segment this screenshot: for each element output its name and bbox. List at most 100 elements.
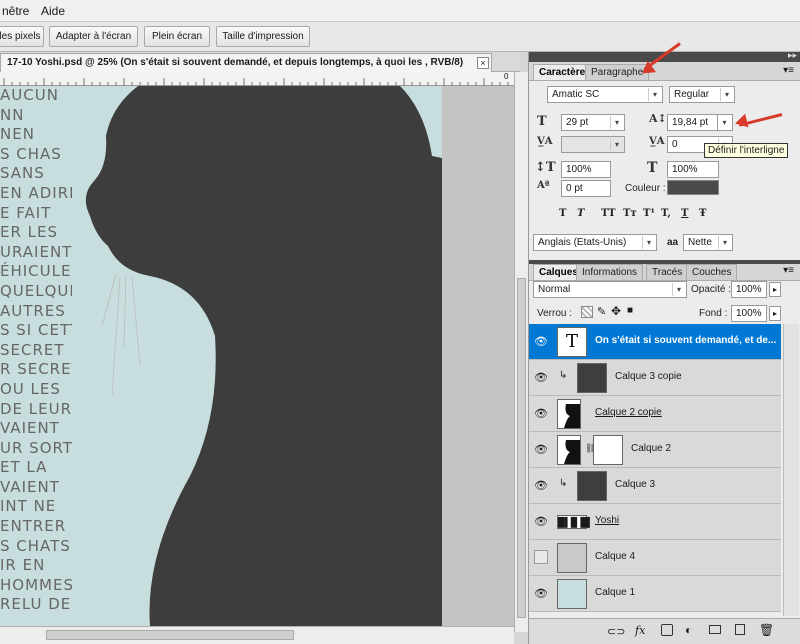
- baseline-shift-icon: Aª: [537, 180, 550, 191]
- tab-info[interactable]: Informations: [576, 264, 644, 280]
- trash-icon[interactable]: 🗑: [759, 623, 774, 637]
- faux-italic-button[interactable]: T: [577, 208, 584, 219]
- kerning-input[interactable]: ▾: [561, 136, 625, 153]
- layer-row[interactable]: 👁 ↳ Calque 3 copie: [529, 360, 781, 396]
- document-tab-bar: 17-10 Yoshi.psd @ 25% (On s'était si sou…: [0, 52, 520, 72]
- layer-row[interactable]: Calque 4: [529, 540, 781, 576]
- tab-channels[interactable]: Couches: [686, 264, 738, 280]
- menu-window[interactable]: nêtre: [2, 4, 29, 18]
- layer-thumbnail: [577, 471, 607, 501]
- strikethrough-button[interactable]: Ŧ: [699, 208, 706, 219]
- language-select[interactable]: Anglais (Etats-Unis) ▾: [533, 234, 657, 251]
- color-label: Couleur :: [625, 183, 666, 194]
- horizontal-scroll-thumb[interactable]: [46, 630, 294, 640]
- horizontal-scale-input[interactable]: 100%: [667, 161, 719, 178]
- eye-icon[interactable]: 👁: [533, 514, 549, 530]
- clipping-mask-icon: ↳: [559, 478, 568, 489]
- lock-move-icon[interactable]: ✥: [611, 304, 621, 318]
- collapse-icon[interactable]: ▸▸: [788, 50, 797, 61]
- folder-icon[interactable]: [709, 625, 721, 634]
- superscript-button[interactable]: T¹: [643, 208, 655, 219]
- visibility-toggle[interactable]: [534, 550, 548, 564]
- eye-icon[interactable]: 👁: [533, 370, 549, 386]
- layers-scrollbar[interactable]: [783, 324, 799, 616]
- fill-arrow-icon[interactable]: ▸: [769, 306, 781, 321]
- layer-thumbnail: [557, 579, 587, 609]
- layer-row[interactable]: 👁 ↳ Calque 3: [529, 468, 781, 504]
- lock-paint-icon[interactable]: ✎: [597, 305, 606, 318]
- leading-icon: A↕: [649, 112, 667, 125]
- font-size-input[interactable]: 29 pt ▾: [561, 114, 625, 131]
- link-icon[interactable]: ⊂⊃: [607, 625, 625, 638]
- baseline-shift-input[interactable]: 0 pt: [561, 180, 611, 197]
- all-caps-button[interactable]: TT: [601, 208, 616, 219]
- layer-thumbnail: [557, 399, 581, 429]
- faux-bold-button[interactable]: T: [559, 208, 566, 219]
- fill-input[interactable]: 100%: [731, 305, 767, 322]
- lock-transparent-icon[interactable]: [581, 306, 593, 318]
- layer-name: Calque 3 copie: [615, 371, 682, 382]
- layer-row[interactable]: 👁 ⛓ Calque 2: [529, 432, 781, 468]
- new-layer-icon[interactable]: [735, 624, 745, 635]
- chevron-down-icon: ▾: [672, 283, 685, 296]
- full-screen-button[interactable]: Plein écran: [144, 26, 210, 47]
- vertical-scale-input[interactable]: 100%: [561, 161, 611, 178]
- layer-row[interactable]: 👁 █▌█▐█ Yoshi: [529, 504, 781, 540]
- chevron-down-icon: ▾: [648, 88, 661, 101]
- lock-all-icon[interactable]: ■: [627, 305, 633, 316]
- fit-screen-button[interactable]: Adapter à l'écran: [49, 26, 138, 47]
- small-caps-button[interactable]: Tт: [623, 208, 637, 219]
- antialias-icon: aa: [667, 237, 679, 248]
- vertical-scrollbar[interactable]: [514, 72, 528, 632]
- layer-row[interactable]: 👁 Calque 2 copie: [529, 396, 781, 432]
- document-title: 17-10 Yoshi.psd @ 25% (On s'était si sou…: [7, 57, 464, 68]
- actual-pixels-button[interactable]: les pixels: [0, 26, 44, 47]
- layer-name: Calque 4: [595, 551, 636, 562]
- options-bar: les pixels Adapter à l'écran Plein écran…: [0, 22, 800, 52]
- layer-name: On s'était si souvent demandé, et de...: [595, 335, 777, 346]
- adjustment-icon[interactable]: ◐: [685, 623, 692, 637]
- layer-row[interactable]: 👁 Calque 1: [529, 576, 781, 612]
- horizontal-scale-icon: T: [647, 160, 658, 176]
- panel-menu-icon[interactable]: ▾≡: [783, 65, 794, 76]
- layer-row[interactable]: 👁 T On s'était si souvent demandé, et de..…: [529, 324, 781, 360]
- blend-mode-select[interactable]: Normal ▾: [533, 281, 687, 298]
- subscript-button[interactable]: T,: [661, 208, 671, 219]
- right-panel-dock: ▸▸ Caractère Paragraphe ▾≡ Amatic SC ▾ Re…: [528, 50, 800, 644]
- layer-name: Calque 3: [615, 479, 656, 490]
- opacity-input[interactable]: 100%: [731, 281, 767, 298]
- layer-mask-thumbnail[interactable]: [593, 435, 623, 465]
- eye-icon[interactable]: 👁: [533, 334, 549, 350]
- layer-name: Calque 2: [631, 443, 672, 454]
- eye-icon[interactable]: 👁: [533, 478, 549, 494]
- layer-name: Yoshi: [595, 515, 620, 526]
- tab-paths[interactable]: Tracés: [646, 264, 689, 280]
- underline-button[interactable]: T: [681, 208, 688, 219]
- canvas-area[interactable]: AUCUN NN NEN S CHAS SANS EN ADIRE E FAIT ER LES…: [0, 86, 514, 626]
- layers-menu-icon[interactable]: ▾≡: [783, 265, 794, 276]
- eye-icon[interactable]: 👁: [533, 406, 549, 422]
- vertical-scroll-thumb[interactable]: [517, 278, 526, 618]
- leading-dropdown[interactable]: ▾: [717, 114, 733, 131]
- tab-character[interactable]: Caractère: [533, 64, 592, 80]
- font-family-select[interactable]: Amatic SC ▾: [547, 86, 663, 103]
- menu-help[interactable]: Aide: [41, 4, 65, 18]
- cat-silhouette: [85, 86, 442, 626]
- text-color-swatch[interactable]: [667, 180, 719, 195]
- antialias-select[interactable]: Nette ▾: [683, 234, 733, 251]
- lock-label: Verrou :: [537, 308, 573, 319]
- fx-icon[interactable]: fx: [635, 624, 645, 637]
- print-size-button[interactable]: Taille d'impression: [216, 26, 310, 47]
- eye-icon[interactable]: 👁: [533, 586, 549, 602]
- fill-label: Fond :: [699, 308, 728, 319]
- close-document-icon[interactable]: ×: [477, 57, 489, 69]
- layers-list: 👁 T On s'était si souvent demandé, et de..…: [529, 324, 781, 616]
- eye-icon[interactable]: 👁: [533, 442, 549, 458]
- document-tab[interactable]: 17-10 Yoshi.psd @ 25% (On s'était si sou…: [0, 53, 492, 72]
- opacity-arrow-icon[interactable]: ▸: [769, 282, 781, 297]
- word-thumbnail: █▌█▐█: [557, 515, 590, 529]
- horizontal-scrollbar[interactable]: [0, 626, 514, 644]
- mask-icon[interactable]: [661, 624, 673, 636]
- font-style-select[interactable]: Regular ▾: [669, 86, 735, 103]
- layer-thumbnail: [557, 543, 587, 573]
